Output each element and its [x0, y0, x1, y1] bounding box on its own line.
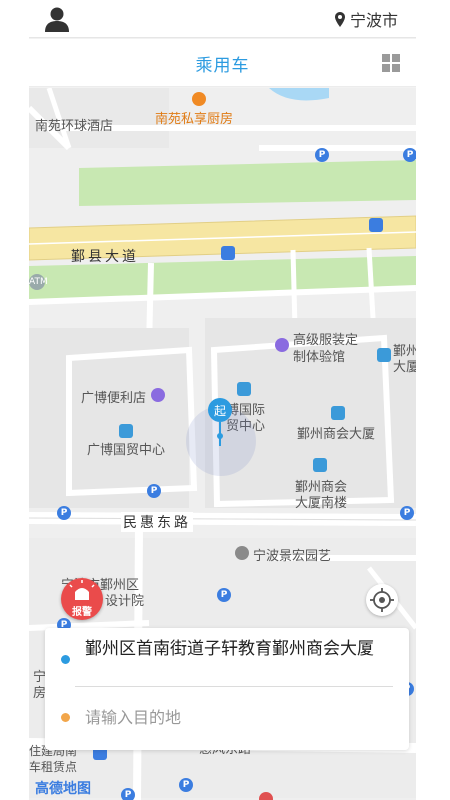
map-label-garden: 宁波景宏园艺 — [253, 549, 332, 564]
map-label-chamber: 鄞州商会大厦 — [297, 427, 376, 442]
map-label-hotel: 南苑环球酒店 — [35, 119, 114, 134]
restaurant-icon — [192, 92, 206, 106]
map-label-minhui-road: 民惠东路 — [121, 512, 193, 532]
building-icon — [331, 406, 345, 420]
app-screen: 宁波市 乘用车 南苑环球酒店 南苑私享厨房 P P 鄞县大道 ATM 高级服装定… — [0, 0, 450, 800]
crosshair-icon — [370, 588, 394, 612]
top-bar: 宁波市 — [29, 0, 416, 38]
phone-frame: 宁波市 乘用车 南苑环球酒店 南苑私享厨房 P P 鄞县大道 ATM 高级服装定… — [29, 0, 416, 800]
map-view[interactable]: 南苑环球酒店 南苑私享厨房 P P 鄞县大道 ATM 高级服装定 制体验馆 鄞州… — [29, 88, 416, 800]
city-label: 宁波市 — [349, 11, 398, 30]
building-icon — [237, 382, 251, 396]
store-icon — [151, 388, 165, 402]
destination-input[interactable] — [85, 702, 385, 732]
map-label-design-2: 设计院 — [105, 594, 145, 609]
trip-card: 鄞州区首南街道子轩教育鄞州商会大厦 — [45, 628, 409, 750]
garden-icon — [235, 546, 249, 560]
parking-icon: P — [147, 484, 161, 498]
alarm-button[interactable]: 报警 — [61, 578, 103, 620]
parking-icon: P — [217, 588, 231, 602]
parking-icon: P — [57, 506, 71, 520]
start-point-dot — [61, 655, 70, 664]
start-marker-label: 起 — [214, 404, 226, 418]
title-bar: 乘用车 — [29, 39, 416, 87]
parking-icon: P — [400, 506, 414, 520]
parking-icon: P — [403, 148, 416, 162]
bus-stop-icon — [369, 218, 383, 232]
map-label-chamber-south-2: 大厦南楼 — [295, 496, 348, 511]
card-divider — [75, 686, 393, 687]
map-label-convenience: 广博便利店 — [81, 391, 147, 406]
shopping-icon — [275, 338, 289, 352]
siren-icon — [69, 580, 95, 600]
user-avatar-icon[interactable] — [43, 5, 71, 33]
start-address[interactable]: 鄞州区首南街道子轩教育鄞州商会大厦 — [85, 638, 397, 661]
parking-icon: P — [179, 778, 193, 792]
city-selector[interactable]: 宁波市 — [334, 8, 398, 30]
map-label-main-road: 鄞县大道 — [71, 249, 139, 265]
map-label-yz-2: 大厦 — [393, 360, 416, 375]
grid-menu-icon[interactable] — [382, 54, 400, 72]
map-label-restaurant: 南苑私享厨房 — [155, 112, 234, 127]
bus-stop-icon — [221, 246, 235, 260]
map-label-bottom-left-4: 车租赁点 — [29, 760, 78, 774]
map-label-guangbo-center: 广博国贸中心 — [87, 443, 166, 458]
location-pin-icon — [334, 11, 345, 27]
building-icon — [313, 458, 327, 472]
map-label-tailor-2: 制体验馆 — [293, 350, 346, 365]
building-icon — [119, 424, 133, 438]
map-provider-logo: 高德地图 — [35, 781, 91, 797]
start-marker-icon[interactable]: 起 — [207, 398, 233, 448]
destination-dot — [61, 713, 70, 722]
atm-icon: ATM — [29, 274, 48, 290]
locate-button[interactable] — [366, 584, 398, 616]
parking-icon: P — [315, 148, 329, 162]
page-title: 乘用车 — [195, 56, 250, 76]
parking-icon: P — [121, 788, 135, 800]
hospital-icon — [259, 792, 273, 800]
building-icon — [377, 348, 391, 362]
alarm-label: 报警 — [72, 607, 92, 618]
